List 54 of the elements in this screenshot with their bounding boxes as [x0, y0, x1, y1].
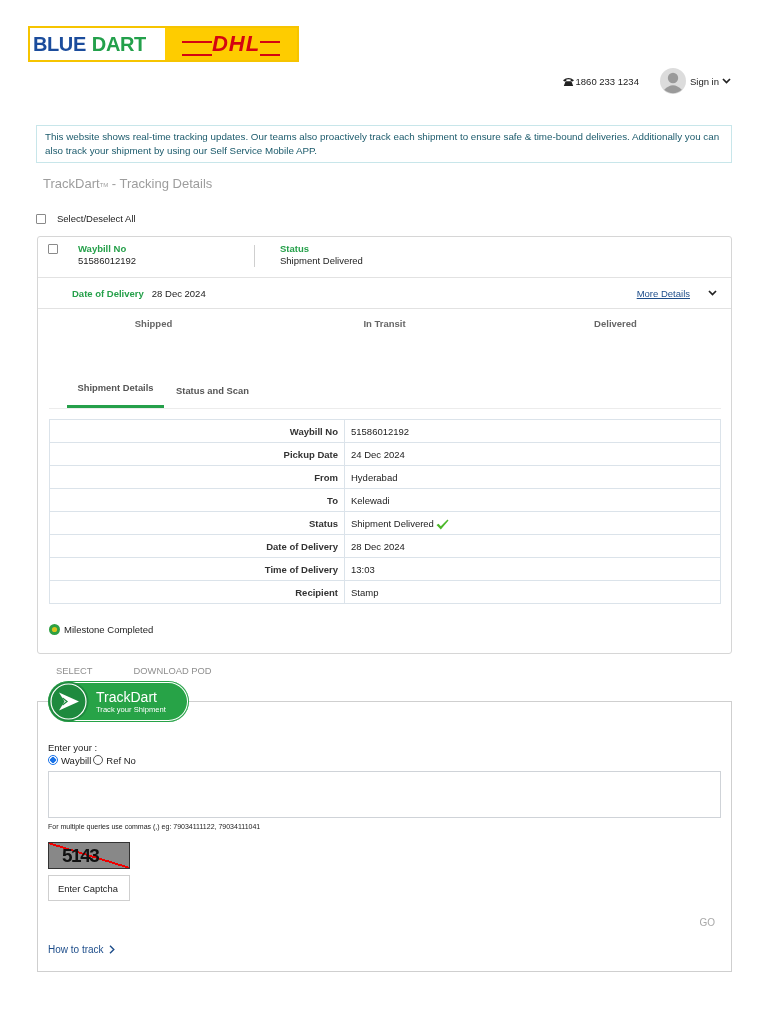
phone-number: 1860 233 1234	[575, 75, 639, 87]
info-notice: This website shows real-time tracking updates. Our teams also proactively track each shipment to ensure safe & time-bound deliveries. Additionally you can also track your shipment by using our Self Service Mobile APP.	[36, 125, 732, 163]
check-icon	[435, 518, 449, 530]
milestone-label: In Transit	[362, 318, 407, 331]
avatar-icon	[659, 68, 686, 94]
field-label: Status	[280, 243, 311, 255]
logo-wordmark: DART	[91, 32, 146, 56]
field-value: 28 Dec 2024	[351, 540, 405, 552]
field-value: 13:03	[351, 563, 375, 575]
radio-button[interactable]	[48, 755, 58, 765]
field-value: Stamp	[351, 586, 379, 598]
badge-title: TrackDart	[96, 689, 158, 705]
logo-wordmark: BLUE	[33, 32, 86, 56]
field-label: From	[314, 471, 338, 483]
sign-in-button[interactable]: Sign in	[689, 75, 731, 87]
field-value: Shipment Delivered	[351, 517, 434, 529]
checkbox[interactable]	[36, 213, 46, 224]
field-label: Date of Delivery	[266, 540, 338, 552]
field-label: To	[327, 494, 338, 506]
field-label: Waybill No	[78, 243, 128, 255]
field-value: Shipment Delivered	[280, 255, 363, 267]
field-value: Kelewadi	[351, 494, 390, 506]
field-label: Status	[308, 517, 338, 529]
chevron-down-icon[interactable]	[722, 78, 731, 84]
phone-icon	[562, 76, 574, 86]
chevron-right-icon	[108, 945, 115, 954]
radio-label[interactable]: Waybill	[61, 754, 92, 766]
chevron-down-icon[interactable]	[708, 290, 717, 296]
field-value: 51586012192	[78, 255, 138, 267]
checkbox[interactable]	[48, 244, 58, 254]
how-to-track-link[interactable]: How to track	[48, 944, 115, 955]
waybill-input[interactable]	[48, 771, 721, 818]
captcha-input[interactable]: Enter Captcha	[48, 875, 130, 901]
milestone-label: Delivered	[593, 318, 638, 331]
milestone-dot-icon	[49, 624, 60, 635]
more-details-link[interactable]: More Details	[636, 287, 690, 299]
field-label: Waybill No	[289, 425, 338, 437]
legend-label: Milestone Completed	[64, 624, 154, 635]
field-value: 28 Dec 2024	[151, 287, 206, 299]
field-label: Time of Delivery	[264, 563, 338, 575]
checkbox-label: Select/Deselect All	[57, 213, 136, 224]
field-value: 51586012192	[351, 425, 410, 437]
radio-button[interactable]	[93, 755, 104, 765]
field-value: Hyderabad	[351, 471, 398, 483]
field-value: 24 Dec 2024	[351, 448, 405, 460]
tab[interactable]: Status and Scan	[164, 376, 259, 408]
field-label: Date of Delivery	[72, 287, 144, 299]
radio-label[interactable]: Ref No	[106, 754, 136, 766]
tab[interactable]: Shipment Details	[67, 376, 164, 408]
prompt-label: Enter your :	[48, 742, 99, 753]
field-label: Pickup Date	[283, 448, 338, 460]
field-label: Recipient	[295, 586, 338, 598]
milestone-label: Shipped	[133, 318, 174, 331]
arrow-icon	[48, 681, 89, 722]
